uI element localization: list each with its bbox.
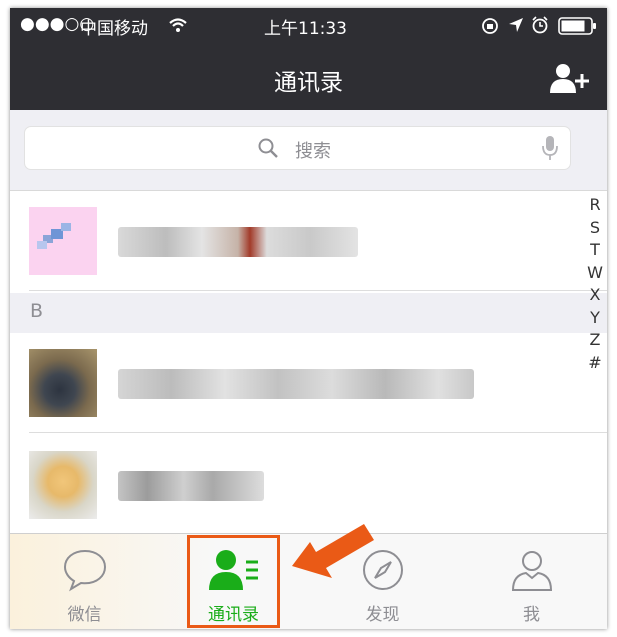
navigation-bar: 通讯录 — [10, 46, 607, 110]
microphone-icon[interactable] — [542, 135, 558, 161]
tab-label: 发现 — [365, 605, 400, 625]
search-input[interactable]: 搜索 — [24, 126, 571, 170]
rotation-lock-icon — [482, 18, 498, 34]
index-letter[interactable]: Z — [584, 329, 606, 352]
index-letter[interactable]: T — [584, 239, 606, 262]
contact-name-blurred — [118, 227, 358, 257]
carrier-name: 中国移动 — [80, 19, 148, 39]
index-letter[interactable]: R — [584, 194, 606, 217]
index-letter[interactable]: W — [584, 262, 606, 285]
alarm-icon — [532, 16, 548, 34]
index-letter[interactable]: # — [584, 352, 606, 375]
list-item[interactable] — [10, 435, 607, 535]
index-letter[interactable]: Y — [584, 307, 606, 330]
page-title: 通讯录 — [274, 70, 343, 96]
search-icon — [258, 138, 278, 158]
index-letter[interactable]: S — [584, 217, 606, 240]
tab-chats[interactable]: 微信 — [10, 534, 159, 629]
battery-icon — [558, 17, 596, 35]
pointer-arrow-icon — [292, 524, 374, 578]
section-letter: B — [30, 300, 44, 322]
list-item[interactable] — [10, 191, 607, 291]
location-arrow-icon — [509, 18, 523, 32]
tab-me[interactable]: 我 — [457, 534, 606, 629]
wifi-icon — [169, 18, 187, 32]
tab-label: 微信 — [67, 605, 102, 625]
search-bar: 搜索 — [10, 110, 607, 191]
avatar — [29, 207, 97, 275]
chat-bubble-icon — [63, 549, 106, 592]
add-contact-icon[interactable] — [549, 62, 593, 94]
avatar — [29, 451, 97, 519]
contact-name-blurred — [118, 369, 474, 399]
clock: 上午11:33 — [264, 19, 347, 39]
contact-name-blurred — [118, 471, 264, 501]
search-placeholder: 搜索 — [295, 141, 331, 162]
list-item[interactable] — [10, 333, 607, 433]
person-icon — [511, 551, 552, 591]
highlight-box — [187, 535, 280, 628]
section-header: B — [10, 293, 607, 333]
alphabet-index[interactable]: R S T W X Y Z # — [584, 194, 606, 374]
status-bar: ●●●○○ 中国移动 上午11:33 — [10, 8, 607, 46]
tab-label: 我 — [523, 605, 540, 625]
avatar — [29, 349, 97, 417]
index-letter[interactable]: X — [584, 284, 606, 307]
